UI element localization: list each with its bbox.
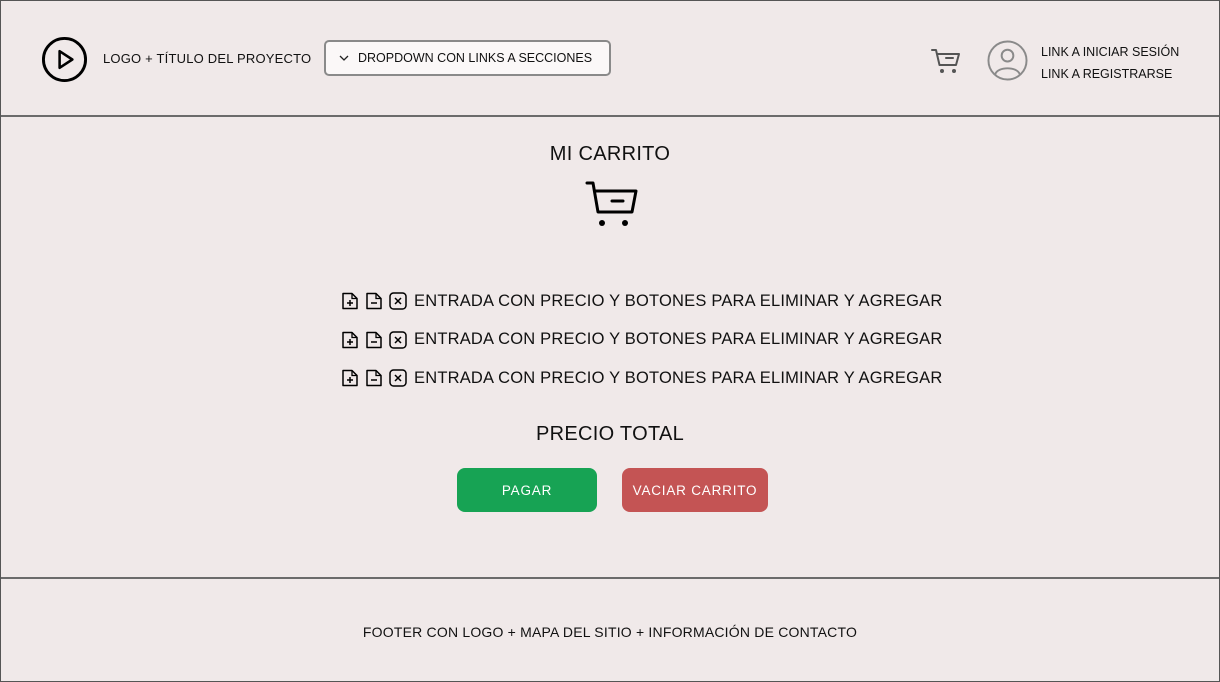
add-file-icon[interactable] <box>340 330 360 350</box>
play-circle-icon[interactable] <box>41 36 88 83</box>
register-link[interactable]: LINK A REGISTRARSE <box>1041 63 1179 85</box>
list-item: ENTRADA CON PRECIO Y BOTONES PARA ELIMIN… <box>340 321 942 360</box>
cart-section: MI CARRITO ENTRADA CON PRECIO Y BOTONES … <box>1 119 1219 577</box>
list-item: ENTRADA CON PRECIO Y BOTONES PARA ELIMIN… <box>340 282 942 321</box>
add-file-icon[interactable] <box>340 291 360 311</box>
auth-links: LINK A INICIAR SESIÓN LINK A REGISTRARSE <box>1041 41 1179 85</box>
entry-text: ENTRADA CON PRECIO Y BOTONES PARA ELIMIN… <box>414 368 943 387</box>
user-avatar-icon[interactable] <box>987 40 1028 81</box>
cart-entries: ENTRADA CON PRECIO Y BOTONES PARA ELIMIN… <box>340 282 942 398</box>
entry-text: ENTRADA CON PRECIO Y BOTONES PARA ELIMIN… <box>414 291 943 310</box>
page-title: MI CARRITO <box>549 143 671 165</box>
remove-file-icon[interactable] <box>364 368 384 388</box>
total-price-label: PRECIO TOTAL <box>535 423 685 445</box>
chevron-down-icon <box>339 55 349 61</box>
page-frame: LOGO + TÍTULO DEL PROYECTO DROPDOWN CON … <box>0 0 1220 682</box>
dropdown-label: DROPDOWN CON LINKS A SECCIONES <box>358 51 593 65</box>
header: LOGO + TÍTULO DEL PROYECTO DROPDOWN CON … <box>1 1 1219 117</box>
delete-icon[interactable] <box>388 368 408 388</box>
cart-icon <box>585 181 638 226</box>
remove-file-icon[interactable] <box>364 291 384 311</box>
sections-dropdown[interactable]: DROPDOWN CON LINKS A SECCIONES <box>324 40 611 76</box>
login-link[interactable]: LINK A INICIAR SESIÓN <box>1041 41 1179 63</box>
list-item: ENTRADA CON PRECIO Y BOTONES PARA ELIMIN… <box>340 359 942 398</box>
delete-icon[interactable] <box>388 330 408 350</box>
footer: FOOTER CON LOGO + MAPA DEL SITIO + INFOR… <box>1 577 1219 681</box>
entry-text: ENTRADA CON PRECIO Y BOTONES PARA ELIMIN… <box>414 330 943 349</box>
logo-title[interactable]: LOGO + TÍTULO DEL PROYECTO <box>103 51 311 66</box>
delete-icon[interactable] <box>388 291 408 311</box>
pay-button[interactable]: PAGAR <box>457 468 597 512</box>
footer-text: FOOTER CON LOGO + MAPA DEL SITIO + INFOR… <box>362 624 858 640</box>
cart-icon[interactable] <box>930 46 962 76</box>
remove-file-icon[interactable] <box>364 330 384 350</box>
empty-cart-button[interactable]: VACIAR CARRITO <box>622 468 768 512</box>
add-file-icon[interactable] <box>340 368 360 388</box>
